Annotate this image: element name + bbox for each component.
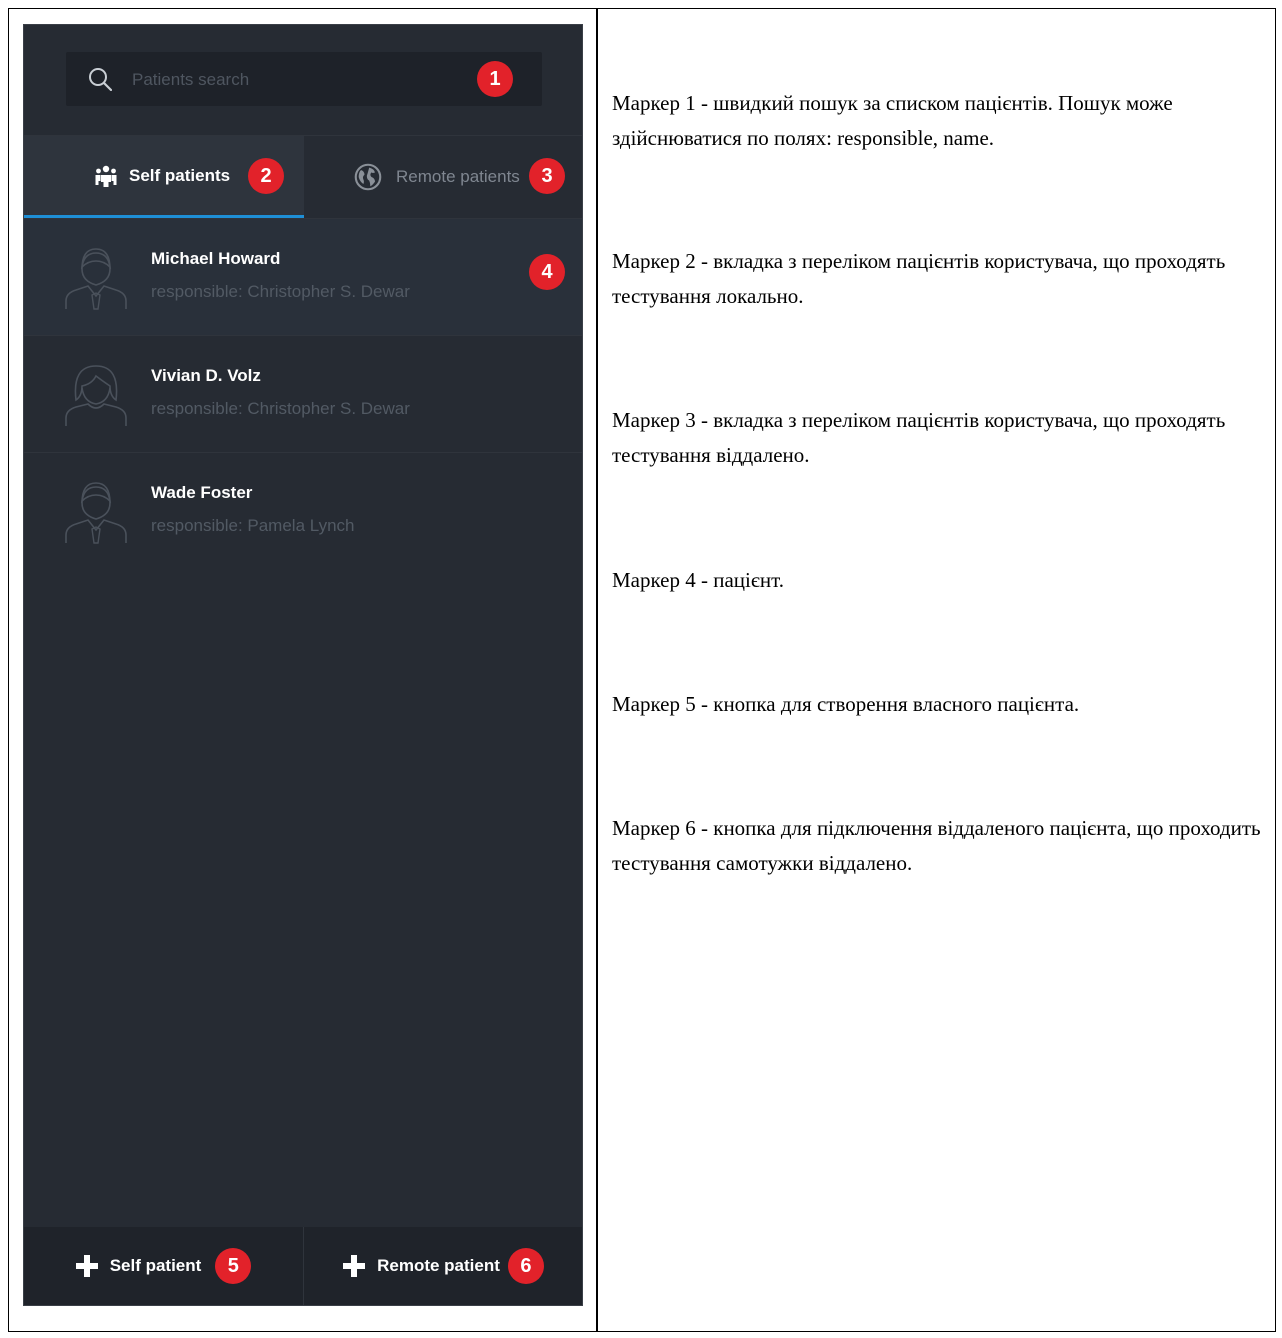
patient-list-item[interactable]: Vivian D. Volz responsible: Christopher … bbox=[24, 336, 582, 453]
patient-responsible: responsible: Pamela Lynch bbox=[151, 516, 355, 535]
tab-remote-patients-label: Remote patients bbox=[396, 167, 520, 186]
patients-panel: 1 Self patients 2 Remote patients 3 bbox=[23, 24, 583, 1306]
patient-name: Wade Foster bbox=[151, 483, 253, 502]
globe-icon bbox=[354, 163, 382, 191]
patient-list-item[interactable]: Wade Foster responsible: Pamela Lynch bbox=[24, 453, 582, 570]
patient-name: Vivian D. Volz bbox=[151, 366, 261, 385]
plus-icon bbox=[75, 1255, 98, 1277]
search-input[interactable] bbox=[130, 66, 464, 94]
marker-description: Маркер 5 - кнопка для створення власного… bbox=[612, 692, 1080, 716]
add-self-patient-label: Self patient bbox=[109, 1256, 202, 1275]
search-icon bbox=[89, 68, 112, 91]
patient-name: Michael Howard bbox=[151, 249, 281, 268]
marker-description: Маркер 6 - кнопка для підключення віддал… bbox=[612, 816, 1261, 875]
patient-responsible: responsible: Christopher S. Dewar bbox=[151, 282, 410, 301]
add-self-patient-button[interactable]: Self patient 5 bbox=[24, 1227, 304, 1305]
marker-badge: 6 bbox=[507, 1248, 544, 1284]
marker-badge: 1 bbox=[477, 61, 513, 97]
plus-icon bbox=[343, 1255, 366, 1277]
patients-tabs: Self patients 2 Remote patients 3 bbox=[24, 135, 582, 219]
panel-footer: Self patient 5 Remote patient 6 bbox=[24, 1227, 582, 1305]
marker-badge: 5 bbox=[215, 1248, 252, 1284]
tab-remote-patients[interactable]: Remote patients 3 bbox=[304, 136, 583, 218]
marker-description: Маркер 1 - швидкий пошук за списком паці… bbox=[612, 91, 1173, 150]
marker-badge: 3 bbox=[529, 158, 565, 194]
female-avatar-icon bbox=[65, 365, 127, 426]
tab-self-patients[interactable]: Self patients 2 bbox=[24, 136, 304, 218]
patient-list: Michael Howard responsible: Christopher … bbox=[24, 219, 582, 570]
male-avatar-icon bbox=[65, 482, 127, 544]
marker-description: Маркер 2 - вкладка з переліком пацієнтів… bbox=[612, 249, 1226, 308]
male-avatar-icon bbox=[65, 248, 127, 310]
add-remote-patient-label: Remote patient bbox=[377, 1256, 500, 1275]
search-area: 1 bbox=[24, 25, 582, 135]
marker-badge: 4 bbox=[529, 254, 565, 290]
search-box[interactable] bbox=[66, 52, 542, 106]
marker-badge: 2 bbox=[248, 158, 284, 194]
table-column-divider bbox=[596, 8, 598, 1332]
group-icon bbox=[95, 165, 117, 187]
marker-description: Маркер 3 - вкладка з переліком пацієнтів… bbox=[612, 408, 1226, 467]
patient-list-item[interactable]: Michael Howard responsible: Christopher … bbox=[24, 219, 582, 336]
patient-responsible: responsible: Christopher S. Dewar bbox=[151, 399, 410, 418]
marker-description: Маркер 4 - пацієнт. bbox=[612, 568, 784, 592]
add-remote-patient-button[interactable]: Remote patient 6 bbox=[304, 1227, 583, 1305]
tab-self-patients-label: Self patients bbox=[129, 166, 231, 185]
